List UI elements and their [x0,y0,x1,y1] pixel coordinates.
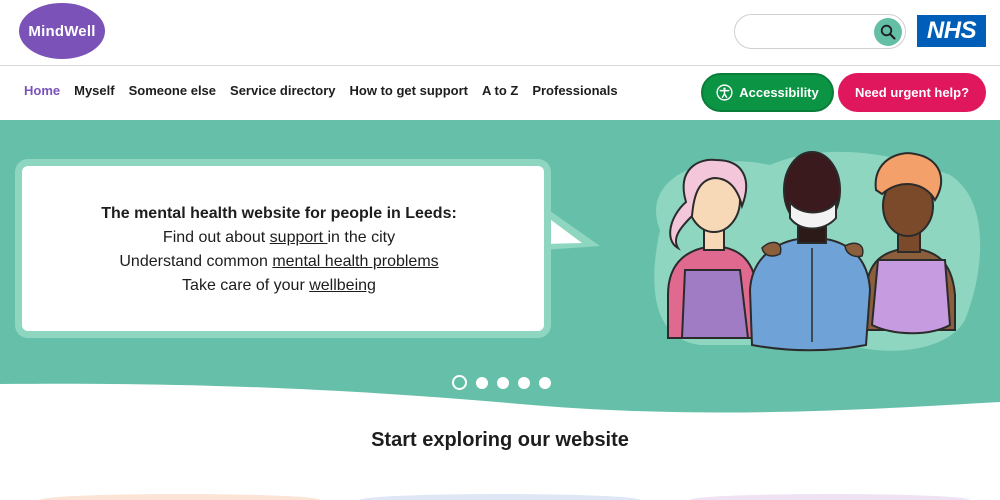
explore-section-title: Start exploring our website [371,429,629,451]
hero-line3-prefix: Take care of your [182,277,310,294]
nav-item-service-directory[interactable]: Service directory [230,83,336,98]
nav-item-home[interactable]: Home [24,83,60,98]
hero-carousel: The mental health website for people in … [0,120,1000,415]
hero-line1-prefix: Find out about [162,229,270,246]
support-link[interactable]: support [270,229,328,246]
carousel-dot-5[interactable] [539,376,551,389]
accessibility-icon [716,84,733,101]
hero-lead: The mental health website for people in … [101,205,457,222]
nav-item-how-to-get-support[interactable]: How to get support [350,83,468,98]
logo-text: MindWell [28,22,96,40]
carousel-dots [452,375,551,390]
hero-line-problems: Understand common mental health problems [22,250,536,274]
search-input[interactable] [747,23,867,41]
search-box [734,14,906,49]
hero-line2-prefix: Understand common [119,253,273,270]
mindwell-logo[interactable]: MindWell [19,3,105,59]
accessibility-label: Accessibility [739,85,819,100]
urgent-help-label: Need urgent help? [854,85,970,100]
nhs-logo[interactable]: NHS [917,15,986,47]
carousel-dot-3[interactable] [497,376,509,389]
card-tops [40,494,970,500]
card-top-3 [690,494,970,500]
carousel-dot-4[interactable] [518,376,530,389]
search-button[interactable] [874,18,902,46]
search-icon [880,24,896,40]
nav-item-professionals[interactable]: Professionals [532,83,617,98]
hero-text: The mental health website for people in … [22,202,536,298]
urgent-help-button[interactable]: Need urgent help? [838,73,986,112]
nhs-logo-text: NHS [926,17,977,44]
mental-health-problems-link[interactable]: mental health problems [272,253,438,270]
carousel-dot-1[interactable] [452,375,467,390]
nav-item-myself[interactable]: Myself [74,83,114,98]
wellbeing-link[interactable]: wellbeing [309,277,376,294]
nav-links: Home Myself Someone else Service directo… [24,83,632,98]
hero-line1-suffix: in the city [327,229,396,246]
card-top-1 [40,494,320,500]
nav-item-a-to-z[interactable]: A to Z [482,83,518,98]
carousel-dot-2[interactable] [476,376,488,389]
site-header: MindWell NHS [0,0,1000,66]
main-nav: Home Myself Someone else Service directo… [0,66,1000,120]
accessibility-button[interactable]: Accessibility [701,73,834,112]
hero-line-wellbeing: Take care of your wellbeing [22,274,536,298]
nav-item-someone-else[interactable]: Someone else [129,83,216,98]
card-top-2 [360,494,640,500]
hero-speech-bubble: The mental health website for people in … [22,166,544,331]
hero-line-support: Find out about support in the city [22,226,536,250]
